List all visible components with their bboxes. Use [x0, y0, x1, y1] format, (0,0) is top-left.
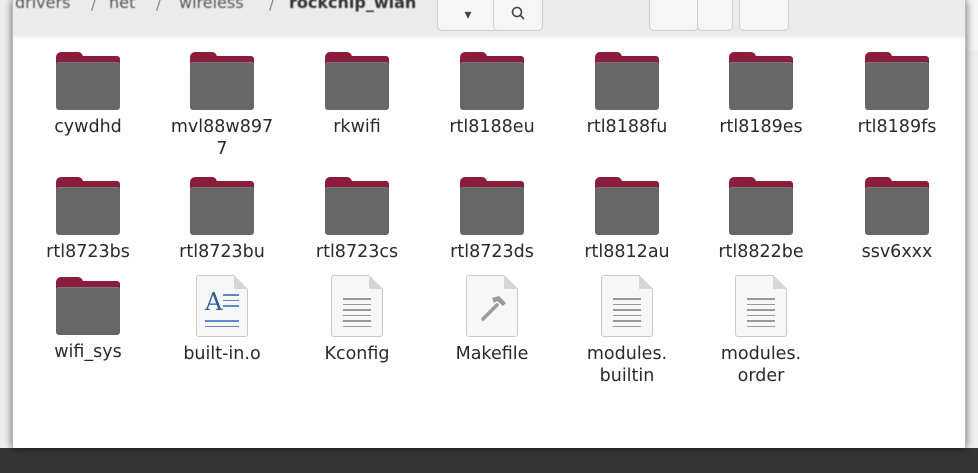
- file-label: rtl8188fu: [586, 117, 668, 137]
- file-item[interactable]: modules. builtin: [567, 275, 687, 387]
- breadcrumb-net[interactable]: net: [109, 0, 135, 12]
- folder-item[interactable]: rtl8723bu: [162, 177, 282, 263]
- folder-item[interactable]: rtl8188eu: [432, 52, 552, 138]
- search-icon: [511, 6, 525, 24]
- path-menu-button[interactable]: ▾: [437, 0, 499, 31]
- folder-item[interactable]: wifi_sys: [28, 277, 148, 363]
- file-label: modules. builtin: [586, 344, 668, 386]
- folder-item[interactable]: rtl8822be: [701, 177, 821, 263]
- folder-item[interactable]: mvl88w8977: [162, 52, 282, 160]
- folder-icon: [325, 52, 389, 110]
- background-window-right: [966, 50, 978, 473]
- object-file-icon: A: [196, 275, 248, 337]
- breadcrumb-drivers[interactable]: drivers: [15, 0, 70, 12]
- folder-item[interactable]: rtl8812au: [567, 177, 687, 263]
- folder-icon: [190, 52, 254, 110]
- file-label: rtl8188eu: [449, 117, 535, 137]
- folder-item[interactable]: rtl8189fs: [837, 52, 957, 138]
- folder-item[interactable]: rtl8723cs: [297, 177, 417, 263]
- chevron-down-icon: ▾: [464, 7, 472, 23]
- file-label: cywdhd: [54, 117, 122, 137]
- breadcrumb-separator: /: [269, 0, 275, 13]
- menu-button[interactable]: [739, 0, 789, 31]
- folder-icon: [460, 52, 524, 110]
- folder-icon: [865, 52, 929, 110]
- folder-icon: [729, 177, 793, 235]
- folder-item[interactable]: ssv6xxx: [837, 177, 957, 263]
- folder-item[interactable]: rtl8723ds: [432, 177, 552, 263]
- header-bar: drivers / net / wireless / rockchip_wlan…: [13, 0, 965, 35]
- file-label: rkwifi: [333, 117, 381, 137]
- folder-icon: [595, 52, 659, 110]
- file-item[interactable]: Kconfig: [297, 275, 417, 365]
- text-file-icon: [735, 275, 787, 337]
- file-label: rtl8822be: [718, 242, 804, 262]
- file-label: rtl8723cs: [315, 242, 399, 262]
- folder-icon: [595, 177, 659, 235]
- file-manager-window: drivers / net / wireless / rockchip_wlan…: [12, 0, 966, 448]
- makefile-icon: [466, 275, 518, 337]
- file-label: Makefile: [455, 344, 529, 364]
- sort-button[interactable]: [697, 0, 733, 31]
- file-label: rtl8723bs: [46, 242, 130, 262]
- file-label: rtl8723ds: [450, 242, 534, 262]
- background-bottom: [0, 448, 978, 473]
- file-grid: cywdhd mvl88w8977 rkwifi rtl8188eu rtl81…: [13, 40, 965, 448]
- folder-icon: [460, 177, 524, 235]
- breadcrumb-separator: /: [156, 0, 162, 13]
- breadcrumb-wireless[interactable]: wireless: [179, 0, 244, 12]
- file-label: built-in.o: [183, 344, 261, 364]
- text-file-icon: [331, 275, 383, 337]
- folder-icon: [56, 52, 120, 110]
- file-item[interactable]: A built-in.o: [162, 275, 282, 365]
- folder-icon: [190, 177, 254, 235]
- folder-item[interactable]: rtl8189es: [701, 52, 821, 138]
- file-label: rtl8812au: [584, 242, 670, 262]
- text-file-icon: [601, 275, 653, 337]
- file-label: rtl8723bu: [179, 242, 265, 262]
- folder-icon: [56, 277, 120, 335]
- folder-item[interactable]: rtl8188fu: [567, 52, 687, 138]
- file-label: rtl8189fs: [857, 117, 937, 137]
- file-item[interactable]: Makefile: [432, 275, 552, 365]
- folder-item[interactable]: cywdhd: [28, 52, 148, 138]
- file-label: mvl88w8977: [170, 117, 274, 159]
- folder-icon: [56, 177, 120, 235]
- folder-item[interactable]: rkwifi: [297, 52, 417, 138]
- file-label: modules. order: [720, 344, 802, 386]
- breadcrumb-current[interactable]: rockchip_wlan: [289, 0, 416, 12]
- file-label: ssv6xxx: [861, 242, 933, 262]
- file-label: wifi_sys: [54, 342, 122, 362]
- folder-icon: [865, 177, 929, 235]
- breadcrumb-separator: /: [91, 0, 97, 13]
- folder-item[interactable]: rtl8723bs: [28, 177, 148, 263]
- search-button[interactable]: [493, 0, 543, 31]
- folder-icon: [325, 177, 389, 235]
- file-label: rtl8189es: [719, 117, 803, 137]
- view-toggle-button[interactable]: [649, 0, 699, 31]
- file-label: Kconfig: [324, 344, 390, 364]
- file-item[interactable]: modules. order: [701, 275, 821, 387]
- folder-icon: [729, 52, 793, 110]
